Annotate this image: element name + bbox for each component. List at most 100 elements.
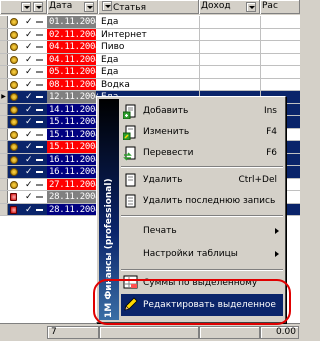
footer-count: 7 <box>47 326 99 339</box>
cell-category[interactable]: Еда <box>98 66 199 78</box>
cell-income[interactable] <box>199 16 259 28</box>
cell-category[interactable]: Еда <box>98 16 199 28</box>
cell-date[interactable]: 15.11.2004 <box>47 116 100 128</box>
coin-icon <box>10 155 18 164</box>
cell-expense[interactable] <box>260 16 300 28</box>
coin-icon <box>10 68 18 76</box>
row-indicator[interactable] <box>0 78 8 90</box>
row-marker-icon <box>36 133 43 136</box>
checkmark-icon[interactable]: ✓ <box>25 55 34 64</box>
menu-item-delete[interactable]: Удалить Ctrl+Del <box>121 170 283 191</box>
cell-date[interactable]: 28.11.2004 <box>47 191 100 203</box>
row-indicator[interactable] <box>0 178 8 190</box>
cell-date[interactable]: 04.11.2004 <box>47 53 100 65</box>
submenu-arrow-icon <box>275 228 279 234</box>
cell-date[interactable]: 16.11.2004 <box>47 166 100 178</box>
cell-income[interactable] <box>199 53 259 65</box>
checkmark-icon[interactable]: ✓ <box>25 80 34 89</box>
cell-category[interactable]: Водка <box>98 79 199 91</box>
row-indicator[interactable] <box>0 153 8 165</box>
checkmark-icon[interactable]: ✓ <box>25 205 34 214</box>
row-indicator[interactable] <box>0 28 8 40</box>
cell-category[interactable]: Еда <box>98 54 199 66</box>
checkmark-icon[interactable]: ✓ <box>25 105 34 114</box>
menu-item-delete-shortcut: Ctrl+Del <box>238 175 277 185</box>
cell-date[interactable]: 01.11.2004 <box>47 16 100 28</box>
menu-item-edit[interactable]: Изменить F4 <box>121 122 283 143</box>
column-header-category[interactable]: Статья <box>98 0 199 14</box>
row-indicator[interactable] <box>0 53 8 65</box>
cell-category[interactable]: Интернет <box>98 29 199 41</box>
menu-item-print[interactable]: Печать <box>121 221 283 242</box>
cell-date[interactable]: 27.11.2004 <box>47 178 100 190</box>
checkmark-icon[interactable]: ✓ <box>25 18 34 27</box>
cell-income[interactable] <box>199 28 259 40</box>
row-indicator[interactable]: ▶ <box>0 91 8 103</box>
cell-date[interactable]: 28.11.2004 <box>47 203 100 215</box>
cell-date[interactable]: 05.11.2004 <box>47 66 100 78</box>
row-indicator[interactable] <box>0 41 8 53</box>
column-header-income[interactable]: Доход <box>199 0 260 14</box>
table-row[interactable]: ✓ 02.11.2004 Интернет <box>0 28 300 41</box>
menu-item-transfer[interactable]: Перевести F6 <box>121 143 283 164</box>
table-row[interactable]: ✓ 04.11.2004 Еда <box>0 53 300 66</box>
row-indicator[interactable] <box>0 116 8 128</box>
cell-expense[interactable] <box>260 53 300 65</box>
cell-expense[interactable] <box>260 41 300 53</box>
checkmark-icon[interactable]: ✓ <box>25 143 34 152</box>
table-row[interactable]: ✓ 01.11.2004 Еда <box>0 16 300 29</box>
delete-last-icon <box>123 194 139 209</box>
checkmark-icon[interactable]: ✓ <box>25 180 34 189</box>
column-header-date[interactable]: Дата <box>47 0 98 14</box>
cell-expense[interactable] <box>260 28 300 40</box>
cell-expense[interactable] <box>260 78 300 90</box>
menu-item-edit-shortcut: F4 <box>266 127 277 137</box>
coin-icon <box>10 43 18 51</box>
income-dropdown-icon[interactable] <box>246 2 256 12</box>
menu-item-delete-last[interactable]: Удалить последнюю запись <box>121 191 283 212</box>
row-indicator[interactable] <box>0 66 8 78</box>
row-indicator[interactable] <box>0 141 8 153</box>
cell-date[interactable]: 02.11.2004 <box>47 28 100 40</box>
cell-income[interactable] <box>199 66 259 78</box>
checkmark-icon[interactable]: ✓ <box>25 193 34 202</box>
footer-spacer <box>99 326 199 339</box>
row-indicator[interactable] <box>0 128 8 140</box>
table-row[interactable]: ✓ 08.11.2004 Водка <box>0 78 300 91</box>
row-indicator[interactable] <box>0 203 8 215</box>
cell-date[interactable]: 15.11.2004 <box>47 128 100 140</box>
row-indicator[interactable] <box>0 191 8 203</box>
checkmark-icon[interactable]: ✓ <box>25 118 34 127</box>
table-row[interactable]: ✓ 04.11.2004 Пиво <box>0 41 300 54</box>
row-indicator[interactable] <box>0 16 8 28</box>
cell-category[interactable]: Пиво <box>98 41 199 53</box>
cell-date[interactable]: 15.11.2004 <box>47 141 100 153</box>
checkmark-icon[interactable]: ✓ <box>25 68 34 77</box>
filter-dropdown-icon[interactable] <box>33 2 43 12</box>
filter-dropdown-icon[interactable] <box>21 2 31 12</box>
checkmark-icon[interactable]: ✓ <box>25 130 34 139</box>
checkmark-icon[interactable]: ✓ <box>25 168 34 177</box>
table-row[interactable]: ✓ 05.11.2004 Еда <box>0 66 300 79</box>
cell-date[interactable]: 08.11.2004 <box>47 78 100 90</box>
column-header-expense[interactable]: Рас <box>260 0 300 14</box>
checkmark-icon[interactable]: ✓ <box>25 43 34 52</box>
coin-icon <box>10 30 18 39</box>
cell-income[interactable] <box>199 41 259 53</box>
cell-date[interactable]: 16.11.2004 <box>47 153 100 165</box>
checkmark-icon[interactable]: ✓ <box>25 93 34 102</box>
date-dropdown-icon[interactable] <box>84 2 94 12</box>
cell-date[interactable]: 12.11.2004 <box>47 91 100 103</box>
cell-expense[interactable] <box>260 66 300 78</box>
category-dropdown-icon[interactable] <box>102 1 112 11</box>
row-indicator[interactable] <box>0 166 8 178</box>
menu-item-table-settings[interactable]: Настройки таблицы <box>121 244 283 265</box>
coin-icon <box>10 105 18 114</box>
checkmark-icon[interactable]: ✓ <box>25 155 34 164</box>
checkmark-icon[interactable]: ✓ <box>25 30 34 39</box>
cell-date[interactable]: 04.11.2004 <box>47 41 100 53</box>
menu-item-add[interactable]: Добавить Ins <box>121 101 283 122</box>
cell-income[interactable] <box>199 78 259 90</box>
cell-date[interactable]: 14.11.2004 <box>47 103 100 115</box>
row-indicator[interactable] <box>0 103 8 115</box>
